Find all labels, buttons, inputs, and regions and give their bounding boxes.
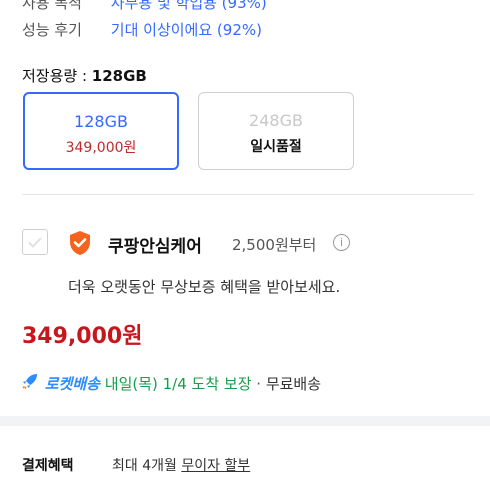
storage-option-248gb[interactable]: 248GB 일시품절 — [198, 92, 354, 170]
rocket-delivery-label: 로켓배송 — [44, 375, 100, 393]
payment-benefit-label: 결제혜택 — [22, 458, 74, 474]
review-summary-purpose: 사용 목적 사무용 및 학업용 (93%) — [22, 0, 267, 13]
review-value[interactable]: 사무용 및 학업용 (93%) — [111, 0, 267, 12]
sold-out-label: 일시품절 — [250, 139, 302, 155]
storage-selected-value: 128GB — [91, 67, 147, 85]
product-price: 349,000원 — [22, 324, 143, 349]
arrival-date: 내일(목) 1/4 도착 보장 — [104, 375, 252, 393]
review-summary-performance: 성능 후기 기대 이상이에요 (92%) — [22, 19, 262, 40]
free-shipping-label: 무료배송 — [265, 375, 322, 393]
info-icon[interactable]: i — [333, 234, 350, 251]
check-icon — [28, 237, 42, 248]
benefit-prefix: 최대 4개월 — [112, 458, 182, 474]
option-price: 349,000원 — [65, 140, 137, 156]
section-separator-band — [0, 416, 490, 426]
separator-dot: · — [251, 375, 266, 393]
installment-link[interactable]: 무이자 할부 — [181, 458, 250, 474]
care-price: 2,500원부터 — [232, 236, 317, 254]
care-title: 쿠팡안심케어 — [108, 237, 202, 257]
storage-option-128gb[interactable]: 128GB 349,000원 — [23, 92, 179, 170]
storage-option-label: 저장용량 : 128GB — [22, 65, 147, 86]
payment-benefit-text: 최대 4개월 무이자 할부 — [112, 455, 250, 475]
delivery-info: 로켓배송 내일(목) 1/4 도착 보장 · 무료배송 — [22, 373, 321, 394]
shield-icon — [70, 231, 90, 255]
care-description: 더욱 오랫동안 무상보증 혜택을 받아보세요. — [68, 278, 341, 296]
review-label: 성능 후기 — [22, 21, 82, 39]
option-title: 128GB — [74, 112, 128, 131]
rocket-icon — [22, 373, 40, 393]
review-value[interactable]: 기대 이상이에요 (92%) — [111, 21, 262, 39]
section-divider — [22, 194, 474, 195]
review-label: 사용 목적 — [22, 0, 82, 12]
storage-label-text: 저장용량 : — [22, 67, 92, 85]
option-title: 248GB — [249, 111, 303, 130]
care-checkbox[interactable] — [22, 229, 48, 255]
